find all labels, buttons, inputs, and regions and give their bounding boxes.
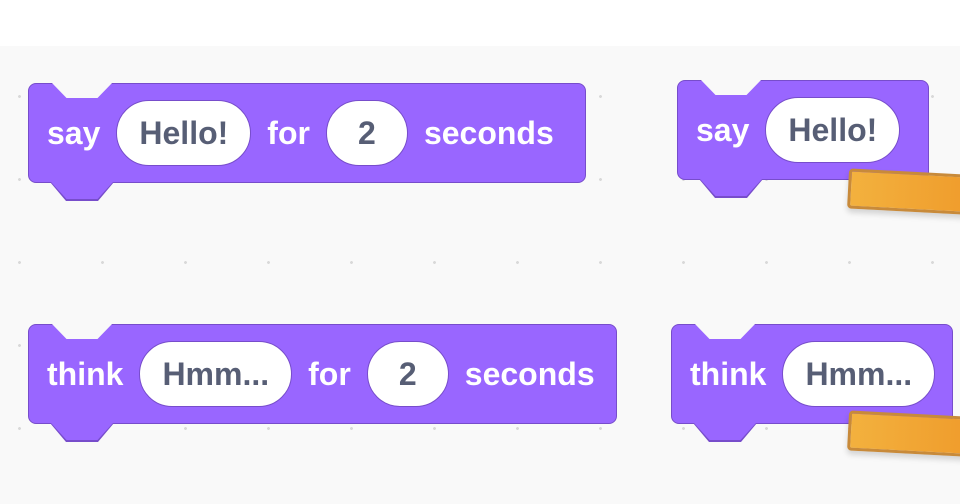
block-verb: think bbox=[690, 355, 767, 392]
block-verb: think bbox=[47, 355, 124, 392]
think-block[interactable]: think Hmm... bbox=[671, 323, 953, 442]
block-connector: for bbox=[308, 355, 351, 392]
message-input[interactable]: Hello! bbox=[116, 100, 252, 166]
say-for-seconds-block[interactable]: say Hello! for 2 seconds bbox=[28, 82, 586, 201]
block-notch bbox=[51, 323, 113, 339]
block-notch bbox=[700, 79, 762, 95]
highlight-bar bbox=[847, 410, 960, 458]
message-input[interactable]: Hmm... bbox=[782, 341, 936, 407]
duration-input[interactable]: 2 bbox=[325, 100, 408, 166]
block-verb: say bbox=[696, 111, 750, 148]
say-block[interactable]: say Hello! bbox=[677, 79, 929, 198]
highlight-bar bbox=[847, 168, 960, 216]
block-unit: seconds bbox=[464, 355, 595, 392]
think-for-seconds-block[interactable]: think Hmm... for 2 seconds bbox=[28, 323, 617, 442]
block-connector: for bbox=[267, 114, 310, 151]
duration-input[interactable]: 2 bbox=[366, 341, 449, 407]
block-notch bbox=[51, 82, 113, 98]
message-input[interactable]: Hmm... bbox=[139, 341, 293, 407]
block-verb: say bbox=[47, 114, 101, 151]
block-unit: seconds bbox=[423, 114, 554, 151]
message-input[interactable]: Hello! bbox=[765, 97, 901, 163]
block-notch bbox=[694, 323, 756, 339]
